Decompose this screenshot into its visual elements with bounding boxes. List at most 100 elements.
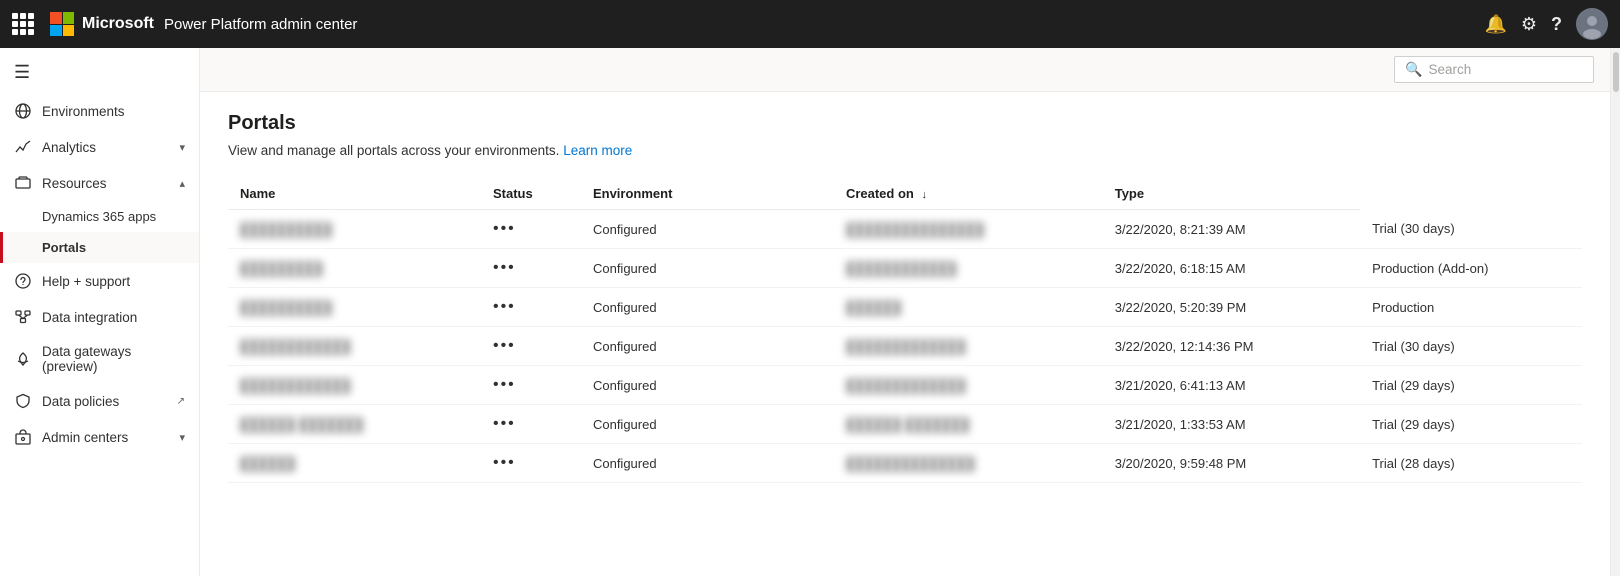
data-gateways-icon (14, 350, 32, 368)
cell-more-options[interactable]: ••• (481, 210, 581, 249)
dynamics365apps-label: Dynamics 365 apps (42, 209, 156, 224)
sidebar-item-environments-label: Environments (42, 104, 185, 119)
microsoft-label: Microsoft (82, 15, 154, 33)
portal-name: █████████ (240, 261, 323, 276)
portals-table: Name Status Environment Created on ↓ (228, 178, 1582, 483)
cell-created-on: 3/22/2020, 6:18:15 AM (1103, 249, 1360, 288)
environment-name: █████████████ (846, 339, 966, 354)
notifications-icon[interactable]: 🔔 (1484, 14, 1506, 35)
cell-more-options[interactable]: ••• (481, 288, 581, 327)
table-row[interactable]: ██████████ ••• Configured ██████ 3/22/2020, … (228, 288, 1582, 327)
portal-name: ██████ (240, 456, 295, 471)
sidebar-item-environments[interactable]: Environments (0, 93, 199, 129)
cell-more-options[interactable]: ••• (481, 327, 581, 366)
cell-name: █████████ (228, 249, 481, 288)
cell-name: ████████████ (228, 366, 481, 405)
admin-centers-chevron-icon: ▾ (179, 431, 185, 444)
portal-name: ██████████ (240, 300, 332, 315)
more-options-button[interactable]: ••• (493, 454, 516, 471)
sidebar-item-portals[interactable]: Portals (0, 232, 199, 263)
status-badge: Configured (593, 300, 657, 315)
cell-environment: ██████ ███████ (834, 405, 1103, 444)
sidebar-item-data-integration-label: Data integration (42, 310, 185, 325)
environment-name: ██████████████ (846, 456, 975, 471)
table-row[interactable]: ████████████ ••• Configured █████████████ 3/… (228, 366, 1582, 405)
cell-status: Configured (581, 444, 834, 483)
scrollbar-thumb[interactable] (1613, 52, 1619, 92)
page-content: Portals View and manage all portals acro… (200, 92, 1610, 576)
more-options-button[interactable]: ••• (493, 376, 516, 393)
data-integration-icon (14, 308, 32, 326)
cell-created-on: 3/22/2020, 5:20:39 PM (1103, 288, 1360, 327)
more-options-button[interactable]: ••• (493, 415, 516, 432)
cell-status: Configured (581, 405, 834, 444)
sidebar-item-data-gateways[interactable]: Data gateways (preview) (0, 335, 199, 383)
help-icon[interactable]: ? (1551, 14, 1562, 35)
environment-name: ██████ (846, 300, 901, 315)
cell-more-options[interactable]: ••• (481, 405, 581, 444)
status-badge: Configured (593, 378, 657, 393)
more-options-button[interactable]: ••• (493, 259, 516, 276)
sidebar-item-dynamics365apps[interactable]: Dynamics 365 apps (0, 201, 199, 232)
page-subtitle: View and manage all portals across your … (228, 143, 1582, 158)
environments-icon (14, 102, 32, 120)
data-policies-external-icon: ↗ (177, 396, 185, 407)
portal-name: ██████████ (240, 222, 332, 237)
cell-environment: ██████████████ (834, 444, 1103, 483)
cell-more-options[interactable]: ••• (481, 444, 581, 483)
sidebar-item-analytics[interactable]: Analytics ▾ (0, 129, 199, 165)
cell-type: Trial (30 days) (1360, 210, 1582, 249)
cell-more-options[interactable]: ••• (481, 249, 581, 288)
data-policies-icon (14, 392, 32, 410)
main-layout: ☰ Environments Analytics ▾ Resources ▴ (0, 48, 1620, 576)
table-row[interactable]: ██████████•••Configured███████████████3/… (228, 210, 1582, 249)
cell-status: Configured (581, 210, 834, 249)
subheader-bar: 🔍 Search (200, 48, 1610, 92)
col-header-created-on[interactable]: Created on ↓ (834, 178, 1103, 210)
cell-created-on: 3/21/2020, 1:33:53 AM (1103, 405, 1360, 444)
status-badge: Configured (593, 222, 657, 237)
sidebar-item-data-policies-label: Data policies (42, 394, 167, 409)
cell-type: Trial (29 days) (1360, 366, 1582, 405)
resources-chevron-icon: ▴ (179, 177, 185, 190)
learn-more-link[interactable]: Learn more (563, 143, 632, 158)
sidebar-item-data-integration[interactable]: Data integration (0, 299, 199, 335)
waffle-menu[interactable] (12, 13, 34, 35)
user-avatar[interactable] (1576, 8, 1608, 40)
table-row[interactable]: ██████ ███████•••Configured██████ ██████… (228, 405, 1582, 444)
analytics-chevron-icon: ▾ (179, 141, 185, 154)
table-row[interactable]: ██████•••Configured██████████████3/20/20… (228, 444, 1582, 483)
help-support-icon (14, 272, 32, 290)
page-subtitle-text: View and manage all portals across your … (228, 143, 563, 158)
ms-logo-icon (50, 12, 74, 36)
col-header-name: Name (228, 178, 481, 210)
sidebar-item-admin-centers[interactable]: Admin centers ▾ (0, 419, 199, 455)
table-row[interactable]: ████████████•••Configured█████████████3/… (228, 327, 1582, 366)
more-options-button[interactable]: ••• (493, 337, 516, 354)
cell-status: Configured (581, 288, 834, 327)
portal-name: ████████████ (240, 339, 351, 354)
app-title: Power Platform admin center (164, 16, 357, 33)
settings-icon[interactable]: ⚙ (1521, 14, 1537, 35)
cell-environment: ██████ (834, 288, 1103, 327)
cell-name: ██████████ (228, 288, 481, 327)
sidebar-item-help-support-label: Help + support (42, 274, 185, 289)
sidebar-item-help-support[interactable]: Help + support (0, 263, 199, 299)
sidebar-item-resources[interactable]: Resources ▴ (0, 165, 199, 201)
environment-name: █████████████ (846, 378, 966, 393)
table-row[interactable]: █████████•••Configured████████████3/22/2… (228, 249, 1582, 288)
sidebar-toggle[interactable]: ☰ (0, 52, 199, 93)
cell-more-options[interactable]: ••• (481, 366, 581, 405)
right-scrollbar[interactable] (1610, 48, 1620, 576)
top-navigation: Microsoft Power Platform admin center 🔔 … (0, 0, 1620, 48)
more-options-button[interactable]: ••• (493, 298, 516, 315)
portal-name: ██████ ███████ (240, 417, 363, 432)
cell-status: Configured (581, 327, 834, 366)
col-header-status: Status (481, 178, 581, 210)
more-options-button[interactable]: ••• (493, 220, 516, 237)
sidebar-item-data-policies[interactable]: Data policies ↗ (0, 383, 199, 419)
status-badge: Configured (593, 261, 657, 276)
cell-type: Trial (30 days) (1360, 327, 1582, 366)
cell-created-on: 3/21/2020, 6:41:13 AM (1103, 366, 1360, 405)
search-box[interactable]: 🔍 Search (1394, 56, 1594, 83)
